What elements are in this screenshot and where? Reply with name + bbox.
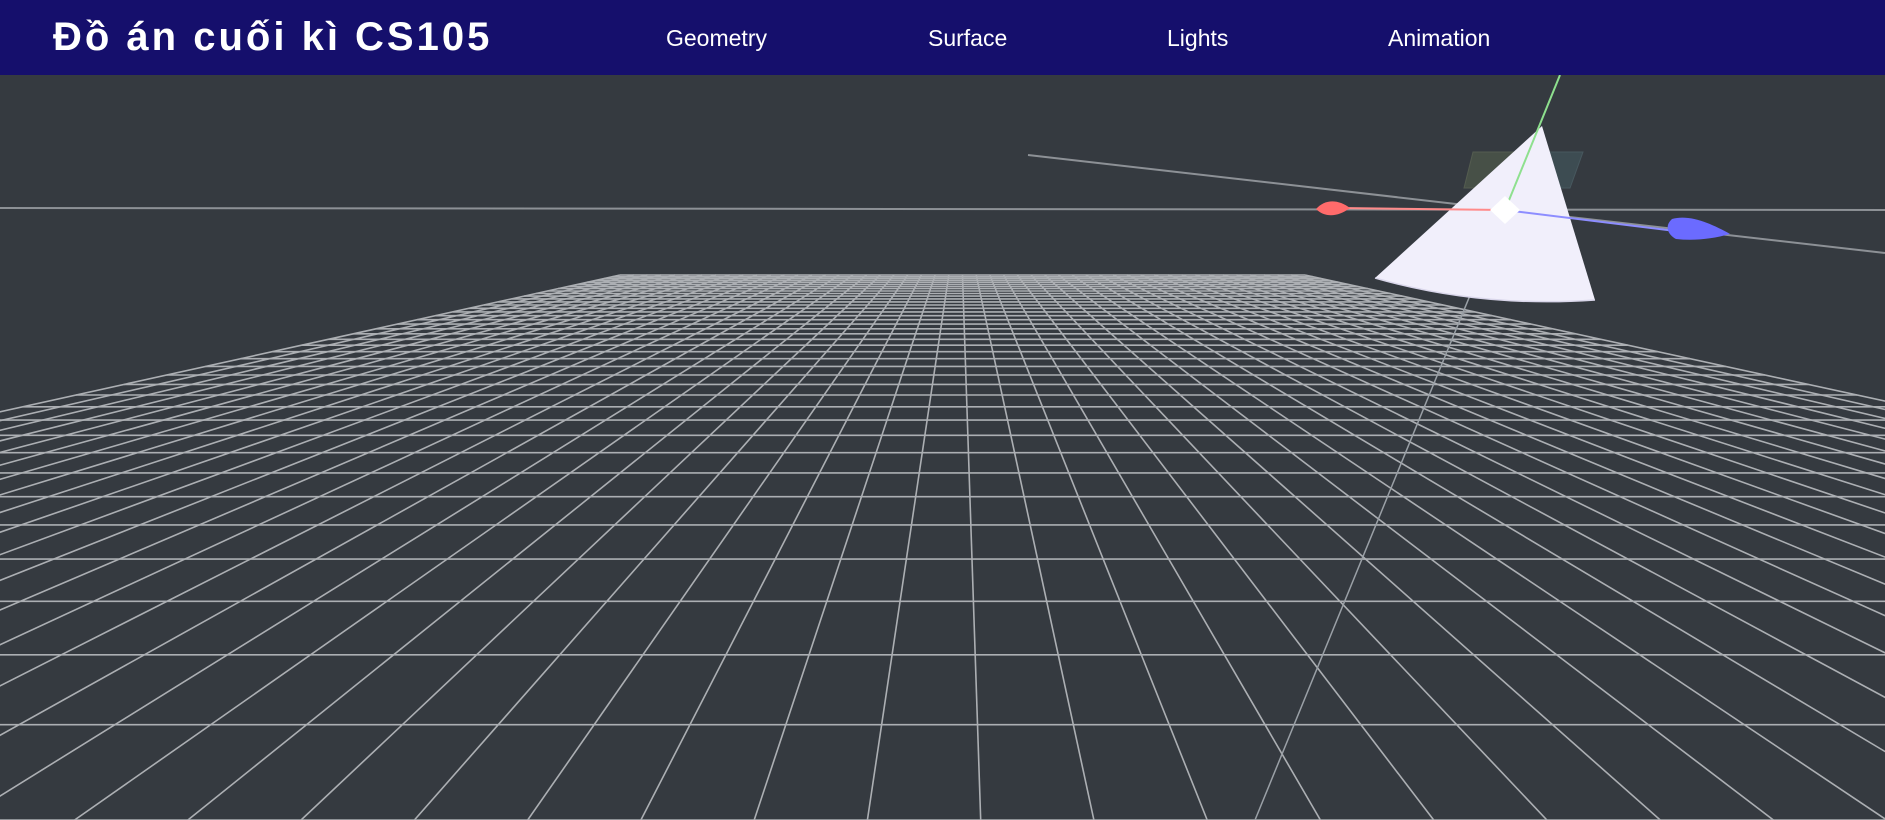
grid-line: [1099, 274, 1885, 699]
grid-line: [1167, 274, 1885, 535]
grid-line: [1154, 274, 1885, 558]
gizmo-x-arrow[interactable]: [1316, 201, 1350, 216]
grid-line: [1016, 274, 1435, 820]
grid-line: [1181, 274, 1885, 514]
nav-item-lights[interactable]: Lights: [1167, 24, 1228, 52]
grid-line: [989, 274, 1208, 820]
nav-item-geometry[interactable]: Geometry: [666, 24, 767, 52]
grid-line: [0, 274, 648, 432]
grid-line: [1263, 274, 1885, 430]
grid-line: [527, 274, 909, 820]
grid-line: [0, 274, 758, 556]
grid-line: [975, 274, 1095, 820]
grid-line: [1112, 274, 1885, 654]
top-navbar: Đồ án cuối kì CS105 Geometry Surface Lig…: [0, 0, 1885, 75]
grid-line: [0, 274, 662, 442]
3d-viewport[interactable]: [0, 75, 1885, 820]
grid-line: [1236, 274, 1885, 452]
grid-line: [0, 274, 703, 481]
gizmo-z-arrow[interactable]: [1667, 217, 1730, 240]
grid-line: [1057, 274, 1774, 820]
grid-line: [1277, 274, 1885, 420]
grid-line: [0, 274, 826, 737]
horizon-line: [0, 207, 1885, 211]
grid-line: [0, 274, 813, 687]
grid-line: [0, 274, 744, 534]
grid-line: [413, 274, 895, 820]
nav-item-animation[interactable]: Animation: [1388, 24, 1490, 52]
grid-line: [0, 274, 717, 496]
grid-line: [1126, 274, 1885, 617]
grid-line: [74, 274, 854, 820]
app-title: Đồ án cuối kì CS105: [53, 15, 493, 59]
grid-line: [0, 274, 634, 422]
scene-canvas[interactable]: [0, 75, 1885, 820]
grid-line: [1002, 274, 1322, 820]
grid-line: [961, 274, 982, 820]
grid-line: [187, 274, 868, 820]
ground-grid: [0, 274, 1885, 820]
grid-line: [1222, 274, 1885, 465]
nav-item-surface[interactable]: Surface: [928, 24, 1007, 52]
grid-line: [300, 274, 881, 820]
